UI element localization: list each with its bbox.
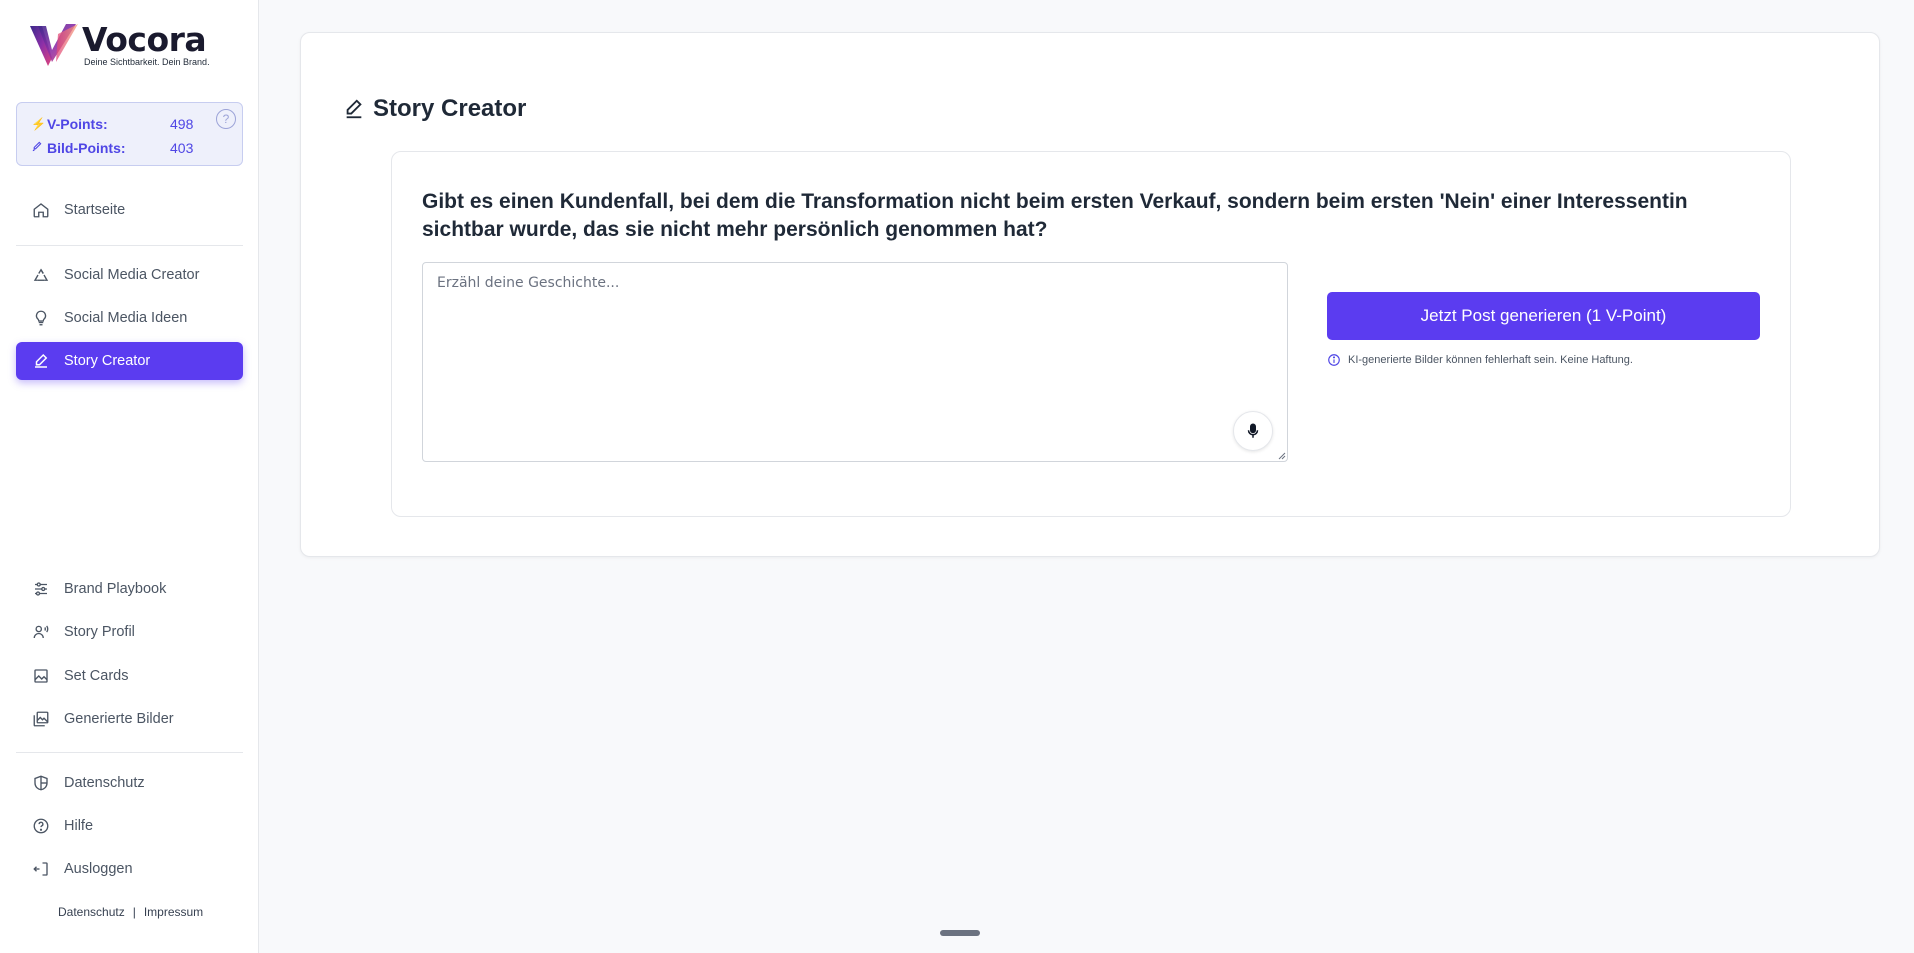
sliders-icon xyxy=(35,582,47,596)
v-points-label: V-Points: xyxy=(47,116,108,132)
nav-item-brand-playbook[interactable]: Brand Playbook xyxy=(16,570,243,608)
recycle-icon xyxy=(33,268,49,281)
ai-disclaimer: KI-generierte Bilder können fehlerhaft s… xyxy=(1327,353,1633,367)
v-points-value: 498 xyxy=(170,116,194,132)
nav-label: Datenschutz xyxy=(64,775,145,791)
nav-label: Brand Playbook xyxy=(64,581,167,597)
nav-item-hilfe[interactable]: Hilfe xyxy=(16,807,243,845)
nav-item-datenschutz[interactable]: Datenschutz xyxy=(16,764,243,802)
microphone-button[interactable] xyxy=(1233,411,1273,451)
nav-label: Generierte Bilder xyxy=(64,711,174,727)
home-icon xyxy=(33,203,49,218)
footer-impressum-link[interactable]: Impressum xyxy=(144,905,203,919)
logout-icon xyxy=(33,862,48,876)
lightbulb-icon xyxy=(35,310,47,326)
shield-icon xyxy=(34,775,48,791)
ai-disclaimer-text: KI-generierte Bilder können fehlerhaft s… xyxy=(1348,354,1633,366)
bild-points-label: Bild-Points: xyxy=(47,140,126,156)
pencil-icon xyxy=(35,353,48,368)
lightning-icon: ⚡ xyxy=(31,117,46,131)
nav-label: Social Media Ideen xyxy=(64,310,188,326)
nav-divider xyxy=(16,752,243,753)
microphone-icon xyxy=(1247,423,1259,438)
footer-datenschutz-link[interactable]: Datenschutz xyxy=(58,905,125,919)
points-panel: ⚡ V-Points: 498 Bild-Points: 403 ? xyxy=(16,102,243,166)
images-icon xyxy=(33,711,49,727)
user-voice-icon xyxy=(33,625,49,639)
story-question-card: Gibt es einen Kundenfall, bei dem die Tr… xyxy=(391,151,1791,517)
footer-separator: | xyxy=(132,905,136,919)
nav-label: Story Profil xyxy=(64,624,135,640)
page-title: Story Creator xyxy=(343,95,526,123)
nav-item-ausloggen[interactable]: Ausloggen xyxy=(16,850,243,888)
nav-item-startseite[interactable]: Startseite xyxy=(16,191,243,229)
nav-divider xyxy=(16,245,243,246)
help-circle-icon[interactable]: ? xyxy=(216,109,236,129)
resize-handle-icon[interactable] xyxy=(1276,450,1286,460)
help-icon xyxy=(33,818,49,834)
info-icon xyxy=(1328,354,1340,366)
brush-icon xyxy=(31,141,44,155)
story-question: Gibt es einen Kundenfall, bei dem die Tr… xyxy=(422,190,1688,241)
nav-item-social-media-creator[interactable]: Social Media Creator xyxy=(16,256,243,294)
scroll-handle[interactable] xyxy=(940,930,980,936)
nav-item-set-cards[interactable]: Set Cards xyxy=(16,657,243,695)
brand-name: Vocora xyxy=(82,20,207,59)
bild-points-value: 403 xyxy=(170,140,194,156)
vocora-logo-icon xyxy=(30,24,78,66)
nav-label: Startseite xyxy=(64,202,126,218)
brand-tagline: Deine Sichtbarkeit. Dein Brand. xyxy=(84,57,210,67)
nav-item-social-media-ideen[interactable]: Social Media Ideen xyxy=(16,299,243,337)
nav-item-story-creator[interactable]: Story Creator xyxy=(16,342,243,380)
story-input[interactable] xyxy=(423,263,1287,461)
nav-item-generierte-bilder[interactable]: Generierte Bilder xyxy=(16,700,243,738)
v-points-row: ⚡ V-Points: 498 xyxy=(31,112,228,136)
sidebar: Vocora Deine Sichtbarkeit. Dein Brand. ⚡… xyxy=(0,0,259,953)
bild-points-row: Bild-Points: 403 xyxy=(31,136,228,160)
nav-label: Ausloggen xyxy=(64,861,133,877)
page-title-text: Story Creator xyxy=(373,95,527,122)
story-input-wrapper xyxy=(422,262,1288,462)
brand-logo[interactable]: Vocora Deine Sichtbarkeit. Dein Brand. xyxy=(28,22,210,68)
generate-post-button[interactable]: Jetzt Post generieren (1 V-Point) xyxy=(1327,292,1760,340)
nav-label: Hilfe xyxy=(64,818,94,834)
nav-item-story-profil[interactable]: Story Profil xyxy=(16,613,243,651)
nav-label: Story Creator xyxy=(64,353,151,369)
nav-label: Social Media Creator xyxy=(64,267,200,283)
pencil-icon xyxy=(346,99,362,119)
footer-links: Datenschutz | Impressum xyxy=(58,905,203,919)
image-icon xyxy=(34,669,48,683)
nav-label: Set Cards xyxy=(64,668,129,684)
main-card: Story Creator Gibt es einen Kundenfall, … xyxy=(300,32,1880,557)
